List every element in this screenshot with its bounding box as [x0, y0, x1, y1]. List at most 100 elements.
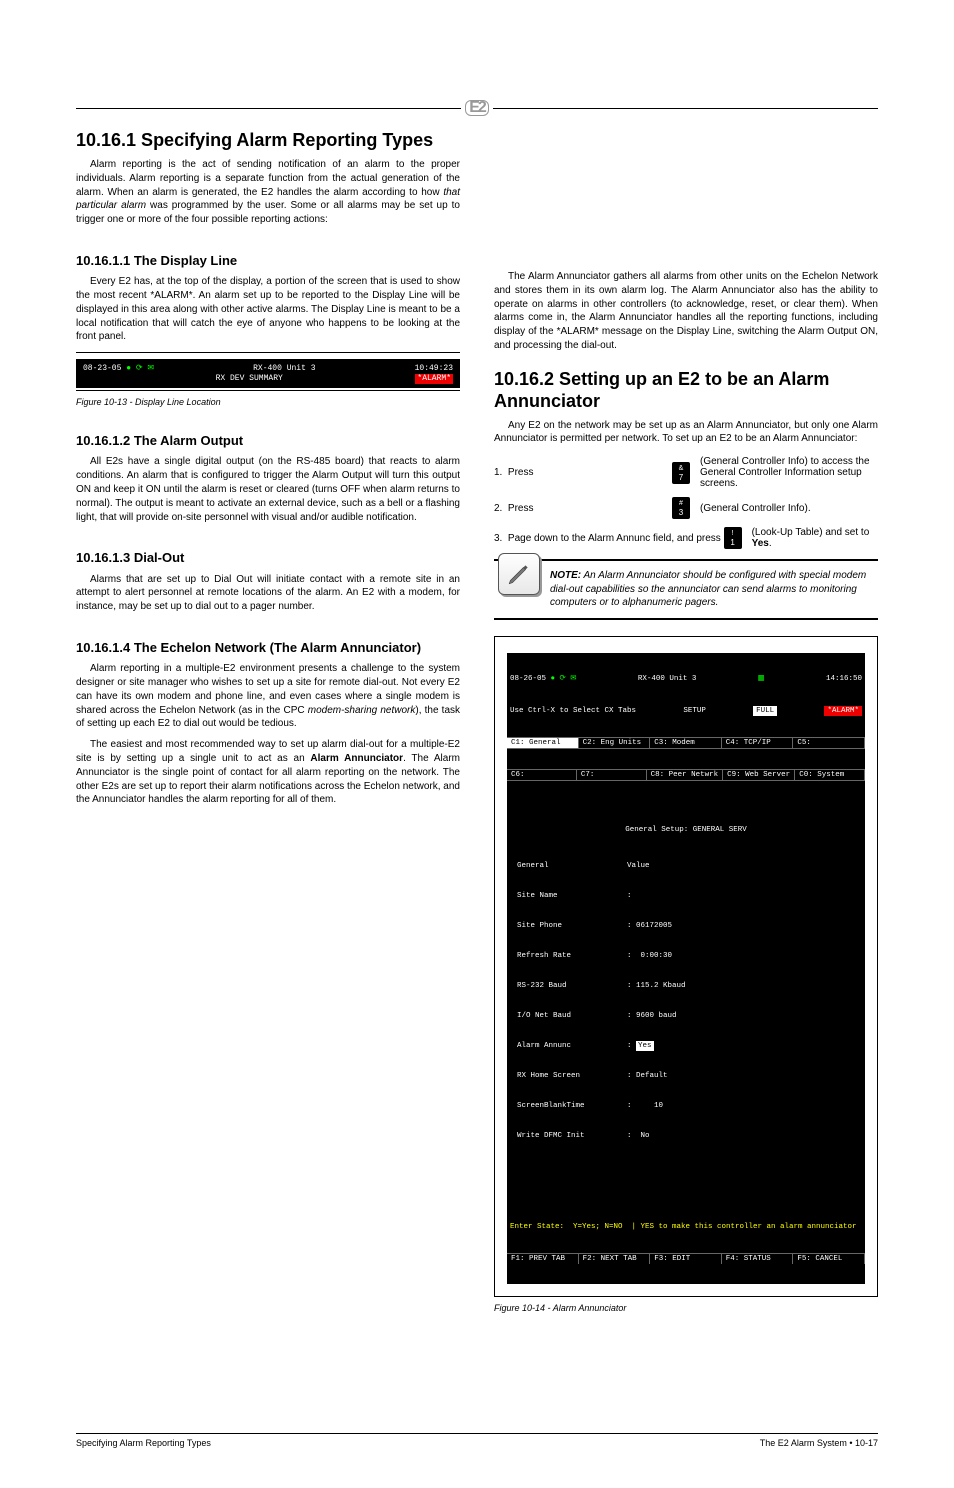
k3-top: # [679, 499, 683, 508]
tab-c4: C4: TCP/IP [722, 738, 794, 748]
heading-display-line: 10.16.1.1 The Display Line [76, 253, 460, 269]
para-annunc-desc: The Alarm Annunciator gathers all alarms… [494, 270, 878, 353]
f4v: : 115.2 Kbaud [627, 981, 686, 991]
rule-left [76, 108, 461, 109]
tb-icons: ● ⟳ ✉ [551, 675, 577, 683]
para-display-line: Every E2 has, at the top of the display,… [76, 275, 460, 344]
ts-unit: RX-400 Unit 3 [154, 364, 415, 374]
heading-alarm-output: 10.16.1.2 The Alarm Output [76, 433, 460, 449]
tab-c8: C8: Peer Netwrk [647, 770, 724, 780]
tab-c7: C7: [577, 770, 647, 780]
tb-alarm: *ALARM* [824, 706, 862, 716]
f1k: Site Name [517, 891, 627, 901]
fk4: F4: STATUS [722, 1254, 794, 1264]
f5k: I/O Net Baud [517, 1011, 627, 1021]
tb-time: 14:16:50 [826, 674, 862, 684]
tb-hint: Enter State: Y=Yes; N=NO | YES to make t… [507, 1221, 865, 1233]
e2-logo: E2 [465, 100, 489, 116]
f6k: Alarm Annunc [517, 1041, 627, 1051]
f9k: Write DFMC Init [517, 1131, 627, 1141]
step-1: 1. Press & 7 (General Controller Info) t… [494, 456, 878, 489]
ech-b: modem-sharing network [308, 705, 416, 716]
tb-midtitle: General Setup: GENERAL SERV [517, 825, 855, 835]
f7v: : Default [627, 1071, 668, 1081]
step-3-post: (Look-Up Table) and set to Yes. [752, 527, 878, 549]
pencil-icon [498, 553, 540, 595]
step-1-post: (General Controller Info) to access the … [700, 456, 878, 489]
page-footer: Specifying Alarm Reporting Types The E2 … [76, 1438, 878, 1448]
step-3-pre: 3. Page down to the Alarm Annunc field, … [494, 533, 724, 544]
f3k: Refresh Rate [517, 951, 627, 961]
step-2-pre: 2. Press [494, 503, 672, 514]
ts-date: 08-23-05 [83, 364, 126, 373]
k7-top: & [679, 464, 684, 473]
f2k: Site Phone [517, 921, 627, 931]
f5v: : 9600 baud [627, 1011, 677, 1021]
keycap-3: # 3 [672, 497, 690, 519]
note-body: An Alarm Annunciator should be configure… [550, 570, 866, 608]
note-text: NOTE: An Alarm Annunciator should be con… [550, 569, 870, 610]
f8k: ScreenBlankTime [517, 1101, 627, 1111]
tb-l2-mid: SETUP [683, 706, 706, 716]
tb-tabs-1: C1: General C2: Eng Units C3: Modem C4: … [507, 737, 865, 749]
fk5: F5: CANCEL [793, 1254, 865, 1264]
k7-bot: 7 [679, 473, 683, 482]
f1v: : [627, 891, 632, 901]
intro-a: Alarm reporting is the act of sending no… [76, 159, 460, 198]
f7k: RX Home Screen [517, 1071, 627, 1081]
f9v: : No [627, 1131, 650, 1141]
step-2-post: (General Controller Info). [700, 503, 878, 514]
tb-l2-left: Use Ctrl-X to Select CX Tabs [510, 706, 636, 716]
step-1-pre: 1. Press [494, 467, 672, 478]
k3-bot: 3 [679, 508, 683, 517]
ts-time: 10:49:23 [415, 364, 453, 374]
footer-mid: The E2 Alarm System • 10-17 [760, 1438, 878, 1448]
tab-c2: C2: Eng Units [579, 738, 651, 748]
para-intro: Alarm reporting is the act of sending no… [76, 158, 460, 227]
keycap-1: ! 1 [724, 527, 742, 549]
f3v: : 0:00:30 [627, 951, 672, 961]
footer-left: Specifying Alarm Reporting Types [76, 1438, 211, 1448]
f4k: RS-232 Baud [517, 981, 627, 991]
tab-c0: C0: System [795, 770, 865, 780]
note-label: NOTE: [550, 570, 581, 581]
tab-c1: C1: General [507, 738, 579, 748]
tb-tabs-2: C6: C7: C8: Peer Netwrk C9: Web Server C… [507, 769, 865, 781]
f2v: : 06172005 [627, 921, 672, 931]
step-2: 2. Press # 3 (General Controller Info). [494, 497, 878, 519]
header-rule: E2 [76, 100, 878, 116]
heading-dial-out: 10.16.1.3 Dial-Out [76, 550, 460, 566]
ech2-b: Alarm Annunciator [310, 753, 403, 764]
tb-fkeys: F1: PREV TAB F2: NEXT TAB F3: EDIT F4: S… [507, 1253, 865, 1264]
k1-top: ! [732, 529, 734, 538]
fk1: F1: PREV TAB [507, 1254, 579, 1264]
fk3: F3: EDIT [650, 1254, 722, 1264]
figure-general-setup: 08-26-05 ● ⟳ ✉ RX-400 Unit 3 ▦ 14:16:50 … [494, 636, 878, 1297]
f6hl: Yes [636, 1041, 654, 1051]
f0k: General [517, 861, 627, 871]
tab-c3: C3: Modem [650, 738, 722, 748]
figcap-2: Figure 10-14 - Alarm Annunciator [494, 1303, 878, 1313]
ts-sub: RX DEV SUMMARY [83, 374, 415, 384]
para-dial-out: Alarms that are set up to Dial Out will … [76, 573, 460, 614]
heading-10-16-2: 10.16.2 Setting up an E2 to be an Alarm … [494, 369, 878, 413]
left-column: 10.16.1 Specifying Alarm Reporting Types… [76, 130, 460, 1313]
step-list: 1. Press & 7 (General Controller Info) t… [494, 456, 878, 549]
k1-bot: 1 [730, 538, 734, 547]
tab-c9: C9: Web Server [723, 770, 795, 780]
dl-b: *ALARM* [150, 290, 192, 301]
heading-echelon: 10.16.1.4 The Echelon Network (The Alarm… [76, 640, 460, 656]
f0v: Value [627, 861, 650, 871]
footer-rule [76, 1433, 878, 1434]
tb-full: FULL [753, 706, 777, 716]
right-column: The Alarm Annunciator gathers all alarms… [494, 130, 878, 1313]
rule-right [493, 108, 878, 109]
f6v: : [627, 1041, 636, 1051]
ts-alarm: *ALARM* [415, 374, 453, 384]
heading-10-16-1: 10.16.1 Specifying Alarm Reporting Types [76, 130, 460, 152]
tab-c6: C6: [507, 770, 577, 780]
tb-disk-icon: ▦ [758, 674, 765, 684]
step-3: 3. Page down to the Alarm Annunc field, … [494, 527, 878, 549]
f8v: : 10 [627, 1101, 663, 1111]
figcap-1: Figure 10-13 - Display Line Location [76, 397, 460, 407]
